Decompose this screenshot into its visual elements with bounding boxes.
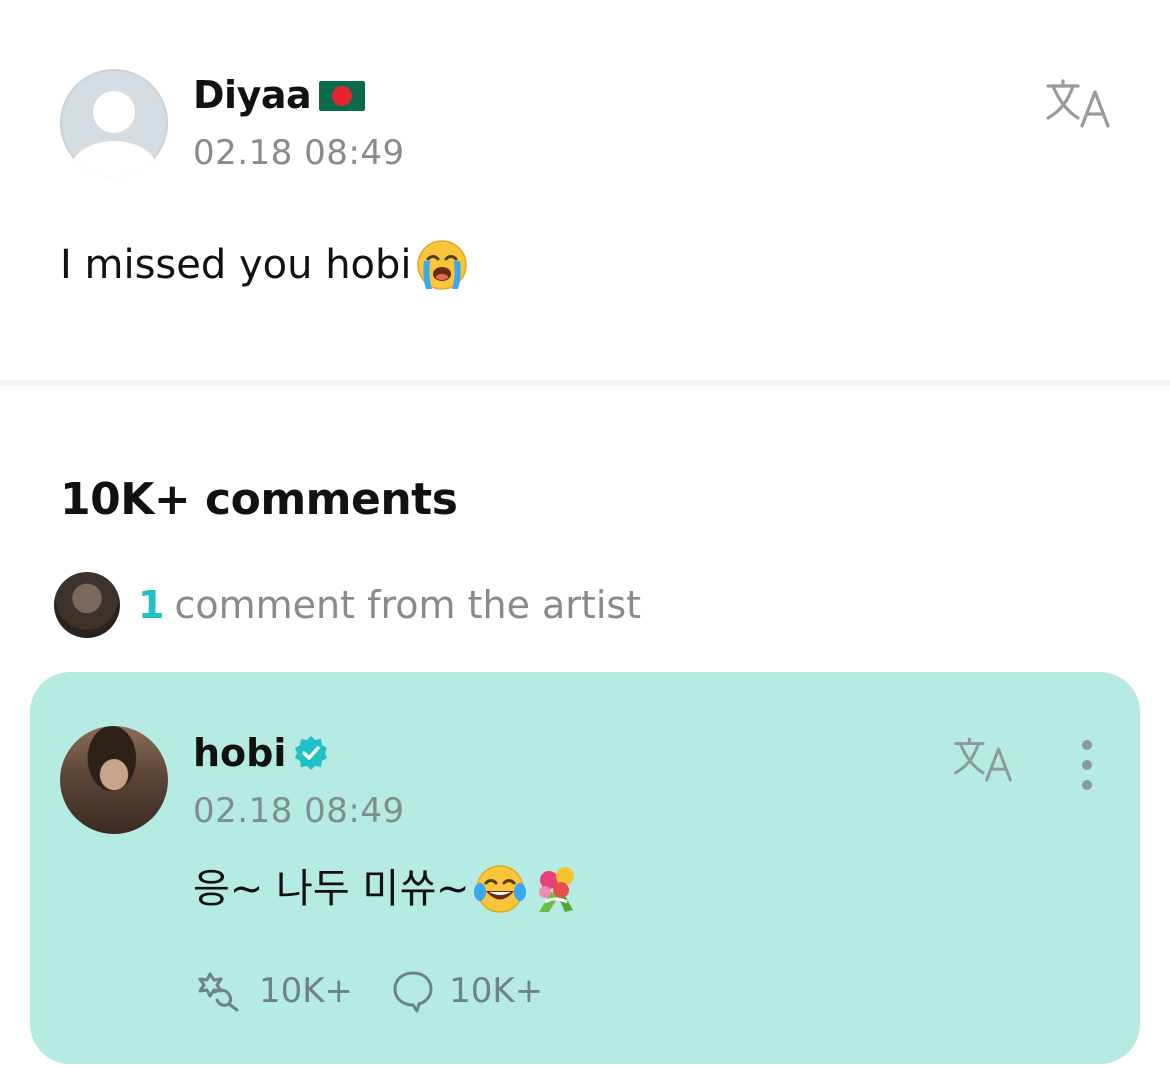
reply-icon	[393, 971, 433, 1013]
post-author-avatar[interactable]	[60, 69, 168, 177]
reply-count: 10K+	[449, 971, 544, 1011]
artist-name[interactable]: hobi	[193, 730, 286, 776]
loudly-crying-face-icon	[416, 240, 467, 290]
artist-comment-summary[interactable]: 1 comment from the artist	[54, 572, 641, 638]
artist-comment-text: 응~ 나두 미쓔~	[193, 866, 470, 912]
artist-name-row: hobi	[193, 730, 330, 776]
translate-icon[interactable]	[1044, 78, 1112, 130]
artist-comment-timestamp: 02.18 08:49	[193, 791, 405, 831]
like-button[interactable]: 10K+	[193, 970, 353, 1012]
artist-mini-avatar	[54, 572, 120, 638]
artist-comment-stats: 10K+ 10K+	[193, 969, 581, 1013]
bangladesh-flag-icon	[319, 81, 366, 111]
like-icon	[198, 972, 239, 1012]
section-divider	[0, 380, 1170, 386]
artist-comment-card: hobi 02.18 08:49 응~ 나두 미쓔~ 10K+ 10K+	[30, 672, 1140, 1064]
post-body-text: I missed you hobi	[60, 242, 412, 288]
comments-count-title: 10K+ comments	[60, 474, 458, 525]
artist-avatar[interactable]	[60, 726, 168, 834]
artist-comment-label: comment from the artist	[174, 583, 642, 627]
like-count: 10K+	[259, 971, 354, 1011]
bouquet-icon	[539, 867, 575, 912]
face-with-tears-of-joy-icon	[474, 865, 527, 913]
post-author-name[interactable]: Diyaa	[193, 72, 312, 118]
post-author-row: Diyaa	[193, 72, 366, 118]
post-body: I missed you hobi	[60, 238, 468, 292]
reply-button[interactable]: 10K+	[391, 969, 543, 1013]
artist-comment-count: 1	[138, 583, 165, 627]
verified-badge-icon	[295, 736, 328, 770]
translate-icon[interactable]	[952, 736, 1014, 784]
post-page: Diyaa 02.18 08:49 I missed you hobi 10K+…	[0, 0, 1170, 1067]
post-timestamp: 02.18 08:49	[193, 133, 405, 173]
more-options-icon[interactable]	[1072, 740, 1102, 790]
artist-comment-body: 응~ 나두 미쓔~	[193, 862, 585, 916]
